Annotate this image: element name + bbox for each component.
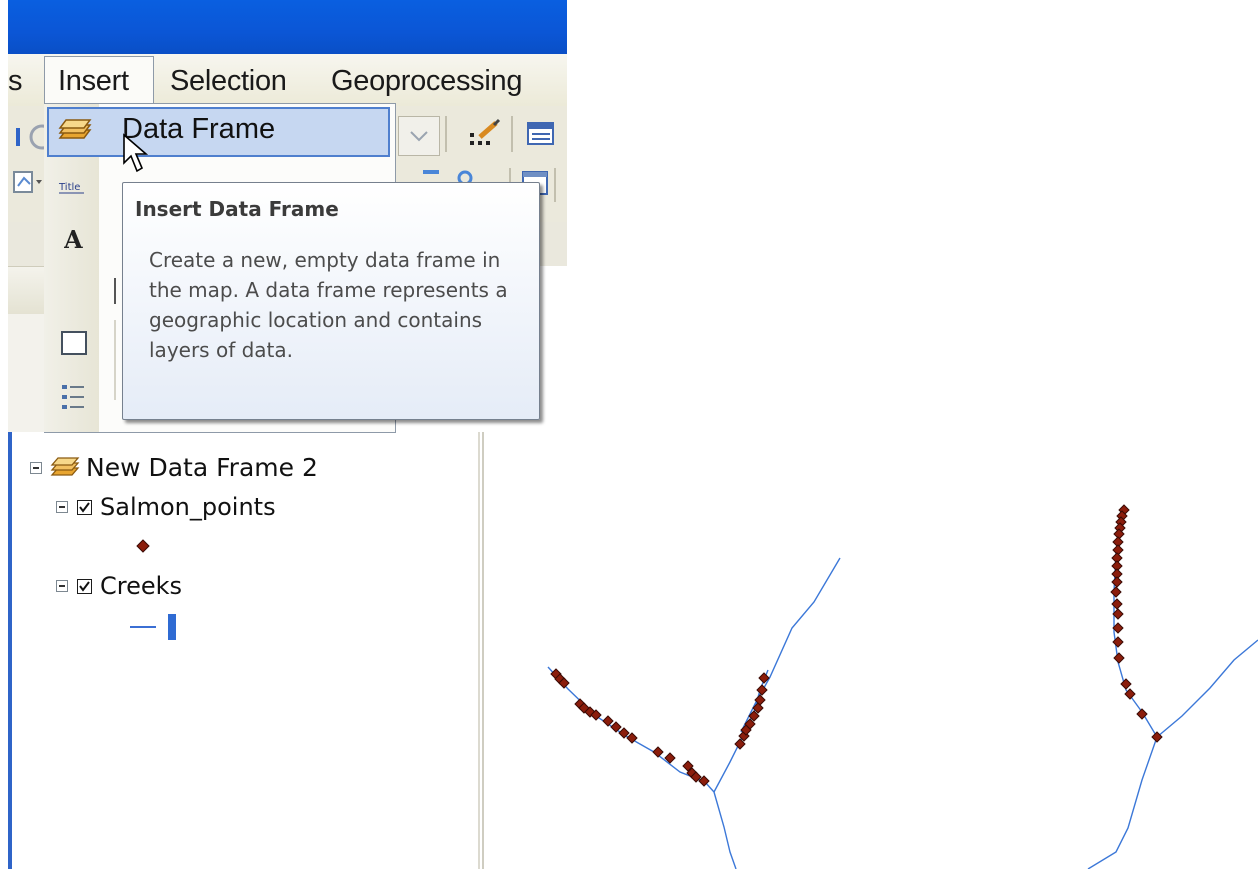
data-frame-name: New Data Frame 2 bbox=[86, 453, 318, 482]
data-frame-icon bbox=[50, 456, 80, 476]
text-icon: A bbox=[63, 225, 90, 258]
title-icon: Title bbox=[58, 178, 88, 202]
line-symbol-icon bbox=[130, 612, 182, 646]
collapse-icon[interactable] bbox=[56, 501, 68, 513]
toolbar-separator bbox=[511, 116, 513, 152]
menu-item-selection[interactable]: Selection bbox=[170, 61, 287, 101]
salmon-point[interactable] bbox=[652, 746, 664, 758]
salmon-point[interactable] bbox=[1120, 678, 1132, 690]
toc-data-frame-row[interactable]: New Data Frame 2 bbox=[30, 453, 318, 482]
salmon-point[interactable] bbox=[610, 721, 622, 733]
layer-visibility-checkbox[interactable] bbox=[77, 499, 92, 515]
map-tool-icon[interactable] bbox=[8, 168, 44, 198]
editor-sketch-icon[interactable] bbox=[466, 117, 504, 153]
toc-layer-row-salmon-points[interactable]: Salmon_points bbox=[56, 493, 276, 521]
tooltip-insert-data-frame: Insert Data Frame Create a new, empty da… bbox=[122, 182, 540, 420]
legend-icon bbox=[60, 382, 90, 420]
menu-item-insert[interactable]: Insert bbox=[44, 56, 154, 104]
title-bar bbox=[8, 0, 567, 54]
toc-layer-row-creeks[interactable]: Creeks bbox=[56, 572, 182, 600]
salmon-point[interactable] bbox=[1110, 586, 1122, 598]
map-canvas[interactable] bbox=[492, 432, 1258, 870]
attributes-table-icon[interactable] bbox=[526, 120, 556, 148]
salmon-point[interactable] bbox=[602, 715, 614, 727]
map-display[interactable] bbox=[492, 432, 1258, 870]
toolbar-strip bbox=[8, 314, 48, 432]
creek-line[interactable] bbox=[713, 791, 737, 870]
chevron-down-icon bbox=[410, 131, 428, 142]
salmon-point[interactable] bbox=[1111, 576, 1123, 588]
salmon-point[interactable] bbox=[1113, 652, 1125, 664]
toc-panel-border bbox=[8, 432, 12, 869]
toolbar-fragment-left[interactable] bbox=[8, 118, 55, 154]
tooltip-title: Insert Data Frame bbox=[135, 197, 339, 221]
collapse-icon[interactable] bbox=[30, 461, 42, 474]
svg-text:A: A bbox=[64, 226, 83, 254]
neatline-icon bbox=[60, 330, 90, 364]
mouse-cursor-icon bbox=[122, 133, 149, 179]
svg-text:Title: Title bbox=[58, 182, 80, 193]
point-symbol-icon bbox=[136, 538, 150, 557]
creek-line[interactable] bbox=[1087, 736, 1158, 870]
creek-line[interactable] bbox=[1156, 639, 1258, 738]
layer-name: Salmon_points bbox=[100, 493, 276, 521]
menu-item-geoprocessing[interactable]: Geoprocessing bbox=[331, 61, 522, 101]
scale-dropdown-fragment[interactable] bbox=[398, 116, 440, 156]
collapse-icon[interactable] bbox=[56, 580, 68, 592]
data-frame-icon bbox=[56, 118, 92, 150]
toolbar-separator bbox=[445, 116, 447, 152]
layer-name: Creeks bbox=[100, 572, 183, 600]
panel-splitter[interactable] bbox=[478, 432, 492, 869]
layer-visibility-checkbox[interactable] bbox=[77, 578, 92, 594]
tooltip-body: Create a new, empty data frame in the ma… bbox=[149, 248, 508, 362]
menu-item-tools[interactable]: s bbox=[8, 61, 23, 101]
